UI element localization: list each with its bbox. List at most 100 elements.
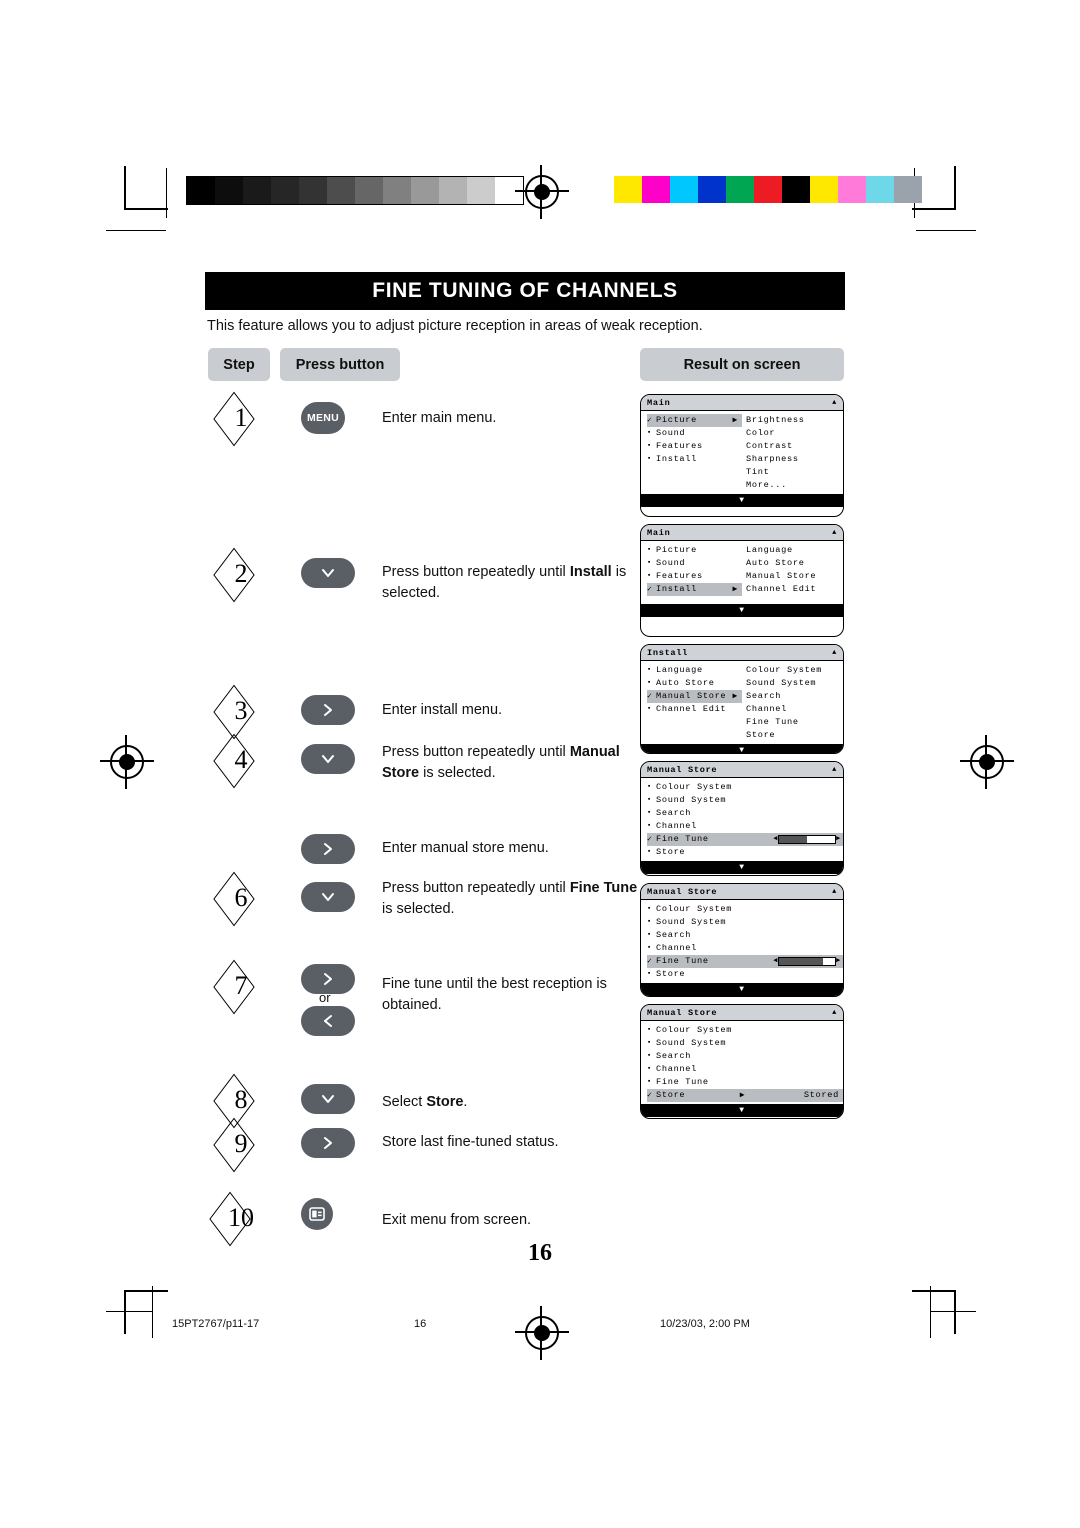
osd-submenu-item[interactable]: Tint [746, 466, 843, 479]
osd-menu-item[interactable]: ▪ Features [647, 570, 742, 583]
osd-menu-item[interactable]: ▪ Channel [647, 820, 843, 833]
osd-menu-item[interactable]: ▪ Sound [647, 427, 742, 440]
osd-bullet-icon: ▪ [647, 796, 652, 804]
osd-bullet-icon [647, 833, 656, 847]
osd-submenu-item[interactable]: More... [746, 479, 843, 492]
step-number-2: 2 [213, 556, 269, 592]
scroll-up-icon: ▲ [832, 648, 837, 657]
osd-submenu-arrow-icon: ▶ [732, 416, 738, 425]
osd-menu-item[interactable]: ▪ Colour System [647, 781, 843, 794]
osd-submenu-item[interactable]: Brightness [746, 414, 843, 427]
osd-menu-item[interactable]: ▪ Store [647, 846, 843, 859]
osd-footer-bar: ▼ [641, 861, 843, 874]
osd-right-column: Language Auto Store Manual Store Channel Ed… [742, 544, 843, 602]
osd-item-label: Language [656, 665, 703, 675]
osd-bullet-icon: ▪ [647, 1078, 652, 1086]
result-screen-1: Main ▲ Picture ▶ ▪ Sound ▪ Features ▪ Install Brig… [640, 394, 844, 517]
osd-menu-item[interactable]: ▪ Auto Store [647, 677, 742, 690]
osd-item-label: Channel [656, 1064, 697, 1074]
osd-menu-item[interactable]: ▪ Fine Tune [647, 1076, 843, 1089]
osd-submenu-item[interactable]: Fine Tune [746, 716, 843, 729]
step-instruction-10: Exit menu from screen. [382, 1212, 532, 1228]
osd-menu-item[interactable]: ▪ Colour System [647, 903, 843, 916]
osd-submenu-item[interactable]: Sound System [746, 677, 843, 690]
page-title: FINE TUNING OF CHANNELS [372, 279, 678, 302]
cursor-down-button[interactable] [301, 558, 355, 588]
osd-menu-item[interactable]: ▪ Install [647, 453, 742, 466]
osd-menu-item[interactable]: Store ▶ Stored [647, 1089, 843, 1102]
osd-menu-item[interactable]: ▪ Sound System [647, 794, 843, 807]
osd-item-label: Store [656, 847, 686, 857]
cursor-right-button[interactable] [301, 695, 355, 725]
step-number-7: 7 [213, 968, 269, 1004]
step-instruction-5: Enter manual store menu. [382, 840, 549, 856]
osd-bullet-icon: ▪ [647, 783, 652, 791]
osd-menu-item[interactable]: ▪ Colour System [647, 1024, 843, 1037]
cursor-right-button[interactable] [301, 1128, 355, 1158]
osd-item-label: Store [746, 730, 776, 740]
cursor-down-button[interactable] [301, 744, 355, 774]
osd-menu-item[interactable]: ▪ Search [647, 807, 843, 820]
step-instruction-9: Store last fine-tuned status. [382, 1134, 559, 1150]
exit-button[interactable] [301, 1198, 333, 1230]
osd-fine-tune-slider[interactable]: ◀ ▶ [773, 955, 843, 968]
osd-menu-item[interactable]: ▪ Channel [647, 942, 843, 955]
osd-item-label: Fine Tune [656, 1077, 709, 1087]
cursor-left-button[interactable] [301, 1006, 355, 1036]
osd-menu-item[interactable]: ▪ Search [647, 929, 843, 942]
step-number-10: 10 [209, 1200, 273, 1236]
osd-bullet-icon [647, 414, 656, 428]
osd-item-label: Manual Store [746, 571, 817, 581]
osd-fine-tune-slider[interactable]: ◀ ▶ [773, 833, 843, 846]
osd-menu-item[interactable]: Fine Tune ◀▶ [647, 833, 843, 846]
osd-menu-item[interactable]: ▪ Sound System [647, 1037, 843, 1050]
osd-menu-item[interactable]: ▪ Picture [647, 544, 742, 557]
osd-menu-item[interactable]: ▪ Sound [647, 557, 742, 570]
osd-menu-item[interactable]: ▪ Search [647, 1050, 843, 1063]
osd-menu-item[interactable]: ▪ Sound System [647, 916, 843, 929]
osd-submenu-item[interactable]: Language [746, 544, 843, 557]
osd-submenu-item[interactable]: Color [746, 427, 843, 440]
scroll-up-icon: ▲ [832, 887, 837, 896]
osd-submenu-item[interactable]: Manual Store [746, 570, 843, 583]
osd-submenu-item[interactable]: Auto Store [746, 557, 843, 570]
osd-submenu-item[interactable]: Sharpness [746, 453, 843, 466]
cursor-right-button[interactable] [301, 834, 355, 864]
osd-bullet-icon: ▪ [647, 559, 652, 567]
osd-menu-item[interactable]: ▪ Channel Edit [647, 703, 742, 716]
osd-menu-item[interactable]: Fine Tune ◀▶ [647, 955, 843, 968]
osd-item-label: Sound [656, 428, 686, 438]
cursor-down-button[interactable] [301, 1084, 355, 1114]
menu-button[interactable]: MENU [301, 402, 345, 434]
osd-menu-item[interactable]: Manual Store ▶ [647, 690, 742, 703]
step-number-label: 3 [234, 696, 248, 725]
osd-submenu-item[interactable]: Channel Edit [746, 583, 843, 596]
osd-menu-item[interactable]: ▪ Store [647, 968, 843, 981]
trim-line-top-left [106, 230, 166, 231]
osd-footer-bar: ▼ [641, 983, 843, 996]
osd-item-label: Channel [746, 704, 787, 714]
osd-bullet-icon: ▪ [647, 666, 652, 674]
step-number-9: 9 [213, 1126, 269, 1162]
osd-menu-item[interactable]: ▪ Language [647, 664, 742, 677]
osd-submenu-item[interactable]: Channel [746, 703, 843, 716]
osd-submenu-item[interactable]: Contrast [746, 440, 843, 453]
osd-menu-item[interactable]: ▪ Features [647, 440, 742, 453]
column-header-result: Result on screen [640, 348, 844, 381]
osd-bullet-icon: ▪ [647, 1039, 652, 1047]
osd-menu-item[interactable]: Picture ▶ [647, 414, 742, 427]
osd-submenu-item[interactable]: Store [746, 729, 843, 742]
trim-line-top-right [916, 230, 976, 231]
trim-line-v-top-left [166, 168, 167, 218]
osd-menu-item[interactable]: Install ▶ [647, 583, 742, 596]
osd-bullet-icon: ▪ [647, 705, 652, 713]
page-number: 16 [528, 1240, 552, 1266]
osd-title-bar: Main ▲ [641, 395, 843, 411]
scroll-down-icon: ▼ [739, 606, 745, 615]
cursor-down-button[interactable] [301, 882, 355, 912]
osd-submenu-item[interactable]: Search [746, 690, 843, 703]
osd-footer-bar: ▼ [641, 1104, 843, 1117]
osd-submenu-item[interactable]: Colour System [746, 664, 843, 677]
osd-title-bar: Main ▲ [641, 525, 843, 541]
osd-menu-item[interactable]: ▪ Channel [647, 1063, 843, 1076]
